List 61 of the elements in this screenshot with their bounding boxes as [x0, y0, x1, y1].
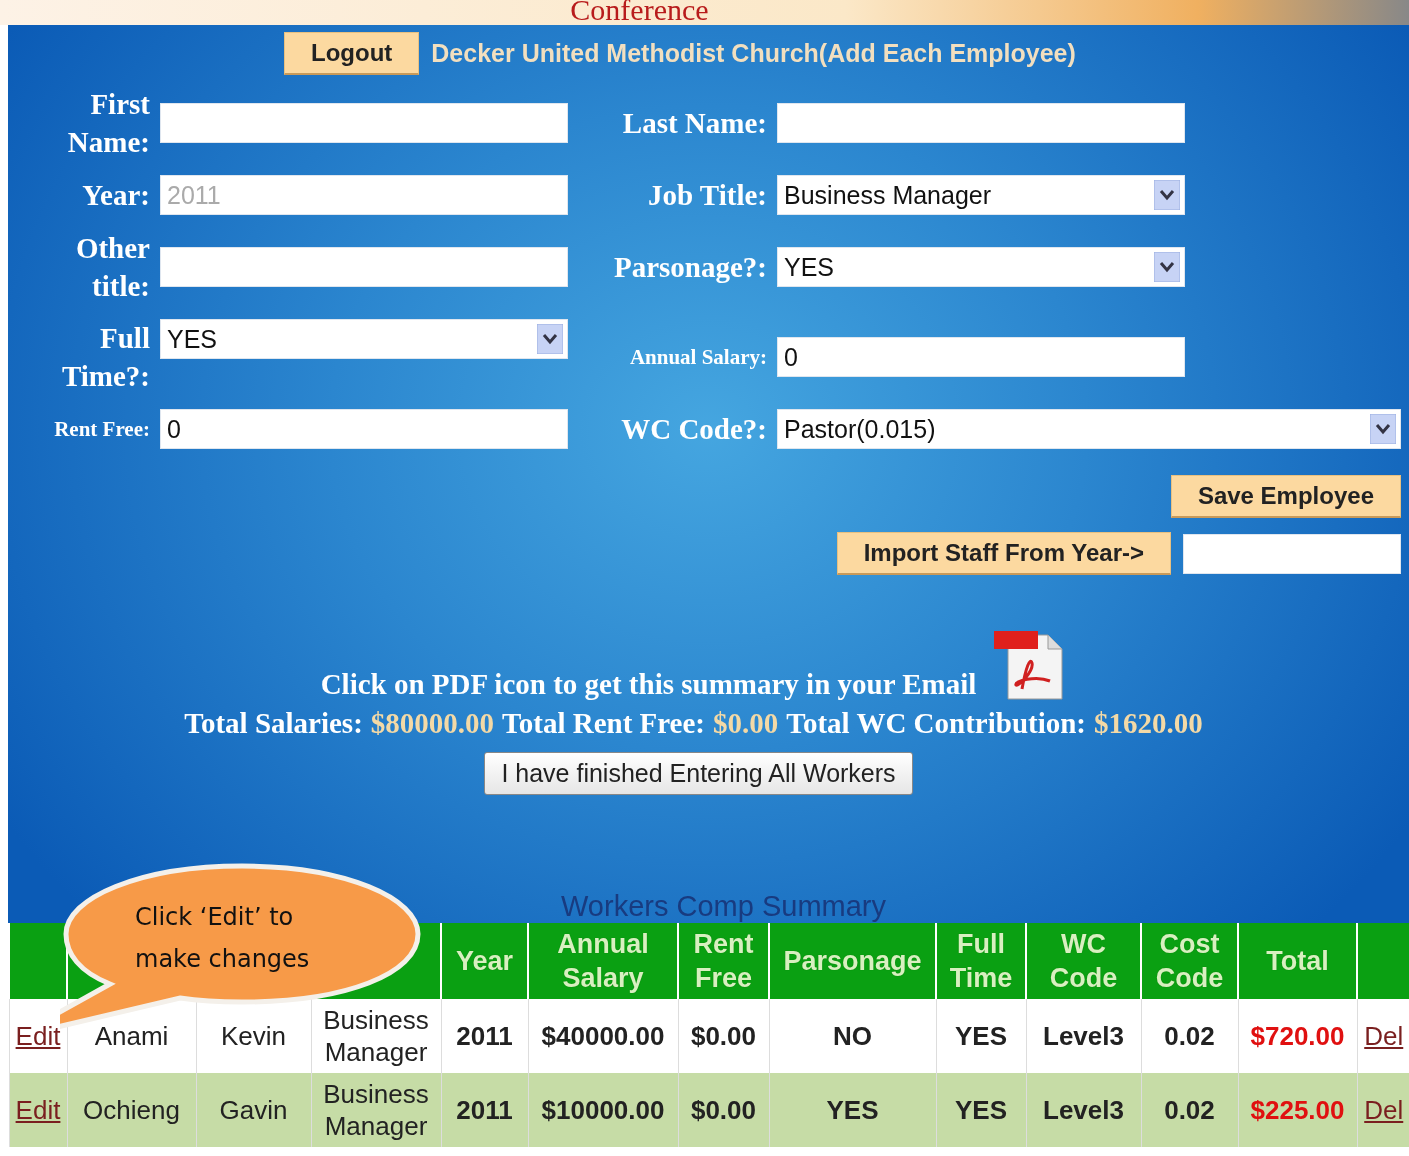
finish-button[interactable]: I have finished Entering All Workers — [484, 752, 913, 795]
field-label: Job Title: — [648, 178, 767, 213]
edit-link[interactable]: Edit — [15, 1021, 61, 1051]
table-cell: YES — [936, 1073, 1026, 1147]
table-cell: 2011 — [441, 1073, 528, 1147]
column-header: WC Code — [1026, 923, 1141, 999]
field-label: Annual Salary: — [629, 344, 767, 371]
total-label: Total Salaries: — [184, 707, 363, 740]
table-caption: Workers Comp Summary — [560, 889, 886, 923]
input-field[interactable] — [160, 247, 568, 287]
input-field[interactable] — [777, 103, 1185, 143]
select-field[interactable]: Pastor(0.015) — [777, 409, 1401, 449]
table-cell: $10000.00 — [528, 1073, 678, 1147]
dropdown-arrow-icon[interactable] — [537, 324, 563, 354]
column-header: Parsonage — [769, 923, 936, 999]
input-field[interactable]: 0 — [777, 337, 1185, 377]
total-value: $0.00 — [713, 707, 779, 740]
dropdown-arrow-icon[interactable] — [1154, 180, 1180, 210]
edit-link[interactable]: Edit — [15, 1095, 61, 1125]
total-value: $80000.00 — [370, 707, 495, 740]
save-employee-button[interactable]: Save Employee — [1170, 475, 1401, 518]
input-field[interactable] — [160, 103, 568, 143]
column-header: Annual Salary — [528, 923, 678, 999]
table-cell: Level3 — [1026, 1073, 1141, 1147]
field-label: Parsonage?: — [613, 250, 767, 285]
column-header: Full Time — [936, 923, 1026, 999]
field-label: Other title: — [74, 231, 150, 304]
logout-button[interactable]: Logout — [284, 32, 420, 75]
total-label: Total WC Contribution: — [786, 707, 1086, 740]
input-field[interactable]: 0 — [160, 409, 568, 449]
field-label: WC Code?: — [621, 412, 767, 447]
field-label: Last Name: — [622, 106, 767, 141]
table-cell: YES — [769, 1073, 936, 1147]
pdf-instruction: Click on PDF icon to get this summary in your Email — [320, 668, 977, 701]
dropdown-arrow-icon[interactable] — [1154, 252, 1180, 282]
field-label: Year: — [82, 178, 150, 213]
column-header: Cost Code — [1141, 923, 1238, 999]
table-cell: $225.00 — [1238, 1073, 1357, 1147]
delete-link[interactable]: Del — [1364, 1021, 1404, 1051]
table-cell: 0.02 — [1141, 1073, 1238, 1147]
select-field[interactable]: Business Manager — [777, 175, 1185, 215]
table-cell: Gavin — [196, 1073, 311, 1147]
column-header: Rent Free — [678, 923, 769, 999]
delete-link[interactable]: Del — [1364, 1095, 1404, 1125]
field-label: First Name: — [66, 87, 150, 160]
total-value: $1620.00 — [1094, 707, 1203, 740]
table-cell: $0.00 — [678, 1073, 769, 1147]
column-header: Year — [441, 923, 528, 999]
year-input-field[interactable] — [1183, 533, 1401, 574]
dropdown-arrow-icon[interactable] — [1370, 414, 1396, 444]
callout-text: Click ‘Edit’ to make changes — [135, 902, 311, 975]
table-cell: Business Manager — [311, 1073, 441, 1147]
total-label: Total Rent Free: — [502, 707, 706, 740]
import-staff-button[interactable]: Import Staff From Year-> — [836, 532, 1171, 575]
column-header: Total — [1238, 923, 1357, 999]
select-field[interactable]: YES — [777, 247, 1185, 287]
field-label: Rent Free: — [54, 416, 150, 443]
select-field[interactable]: YES — [160, 319, 568, 359]
table-cell: Ochieng — [67, 1073, 196, 1147]
field-label: Full Time?: — [60, 321, 150, 394]
church-title: Decker United Methodist Church(Add Each Employee) — [431, 39, 1076, 68]
